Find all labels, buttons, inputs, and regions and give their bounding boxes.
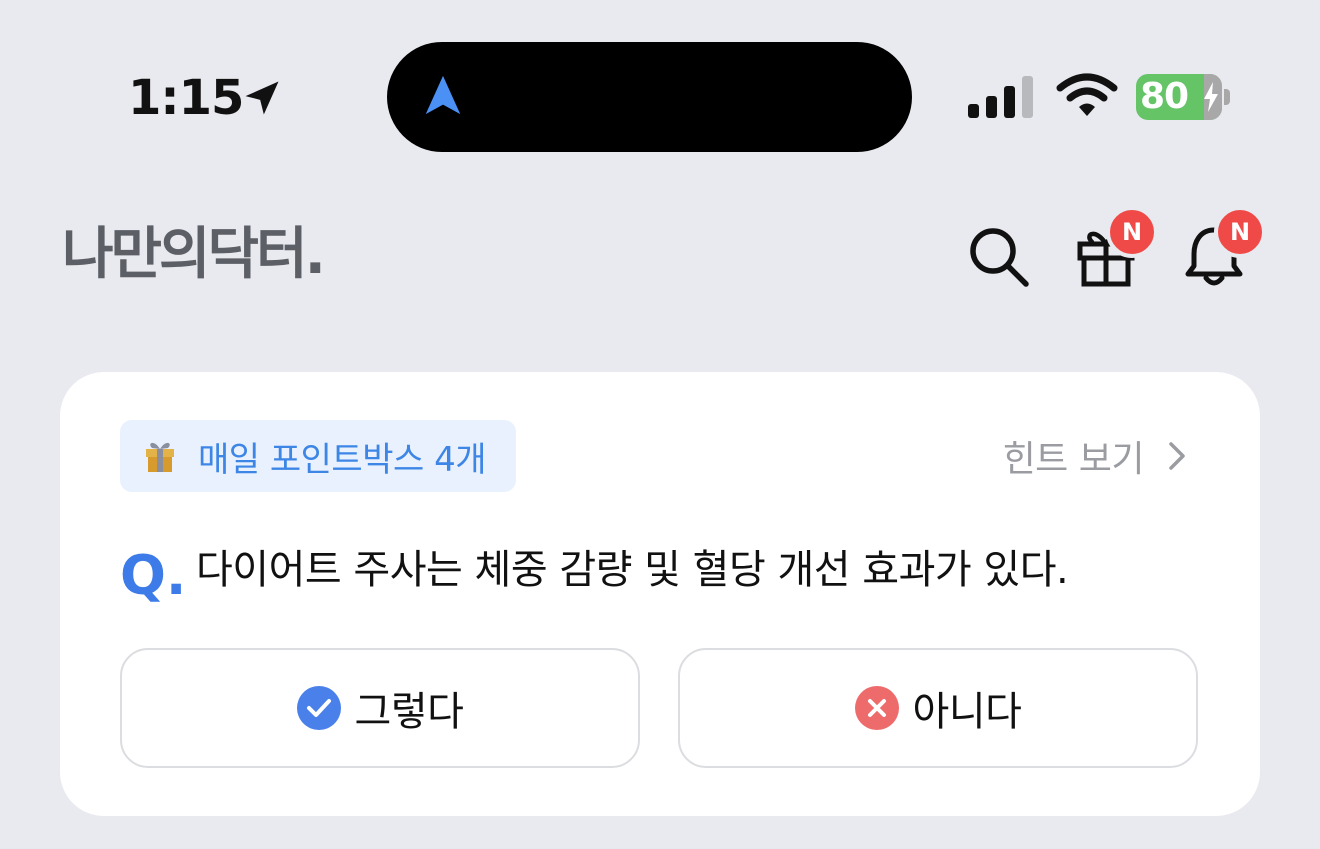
gift-icon	[146, 442, 174, 472]
hint-label: 힌트 보기	[1002, 439, 1145, 480]
quiz-card: 매일 포인트박스 4개 힌트 보기 Q. 다이어트 주사는 체중 감량 및 혈당…	[60, 372, 1260, 816]
x-circle-icon	[854, 686, 899, 730]
answer-no-label: 아니다	[912, 689, 1022, 735]
app-screen: 1:15 80 나만의닥터. N N 매일 포인트박스 4개 힌트 보기 Q. …	[0, 0, 1320, 849]
battery-icon: 80	[1136, 74, 1222, 120]
question-text: 다이어트 주사는 체중 감량 및 혈당 개선 효과가 있다.	[196, 547, 1069, 593]
gift-new-badge: N	[1106, 206, 1158, 258]
daily-pointbox-label: 매일 포인트박스 4개	[198, 439, 487, 480]
answer-yes-label: 그렇다	[354, 689, 464, 735]
answer-yes-button[interactable]: 그렇다	[120, 648, 640, 768]
app-logo[interactable]: 나만의닥터.	[62, 222, 326, 288]
navigation-icon	[425, 75, 461, 115]
battery-cap	[1224, 89, 1230, 105]
cellular-signal-icon	[968, 76, 1033, 118]
search-icon[interactable]	[966, 224, 1030, 288]
answer-no-button[interactable]: 아니다	[678, 648, 1198, 768]
status-time: 1:15	[128, 70, 244, 126]
charging-bolt-icon	[1204, 82, 1218, 112]
chevron-right-icon	[1169, 442, 1185, 470]
check-circle-icon	[296, 686, 341, 730]
hint-link[interactable]: 힌트 보기	[1003, 430, 1188, 482]
notification-new-badge: N	[1214, 206, 1266, 258]
wifi-icon	[1056, 73, 1118, 116]
question-prefix: Q.	[120, 544, 187, 607]
daily-pointbox-chip[interactable]: 매일 포인트박스 4개	[120, 420, 516, 492]
battery-percent: 80	[1140, 76, 1189, 117]
location-arrow-icon	[245, 81, 279, 115]
